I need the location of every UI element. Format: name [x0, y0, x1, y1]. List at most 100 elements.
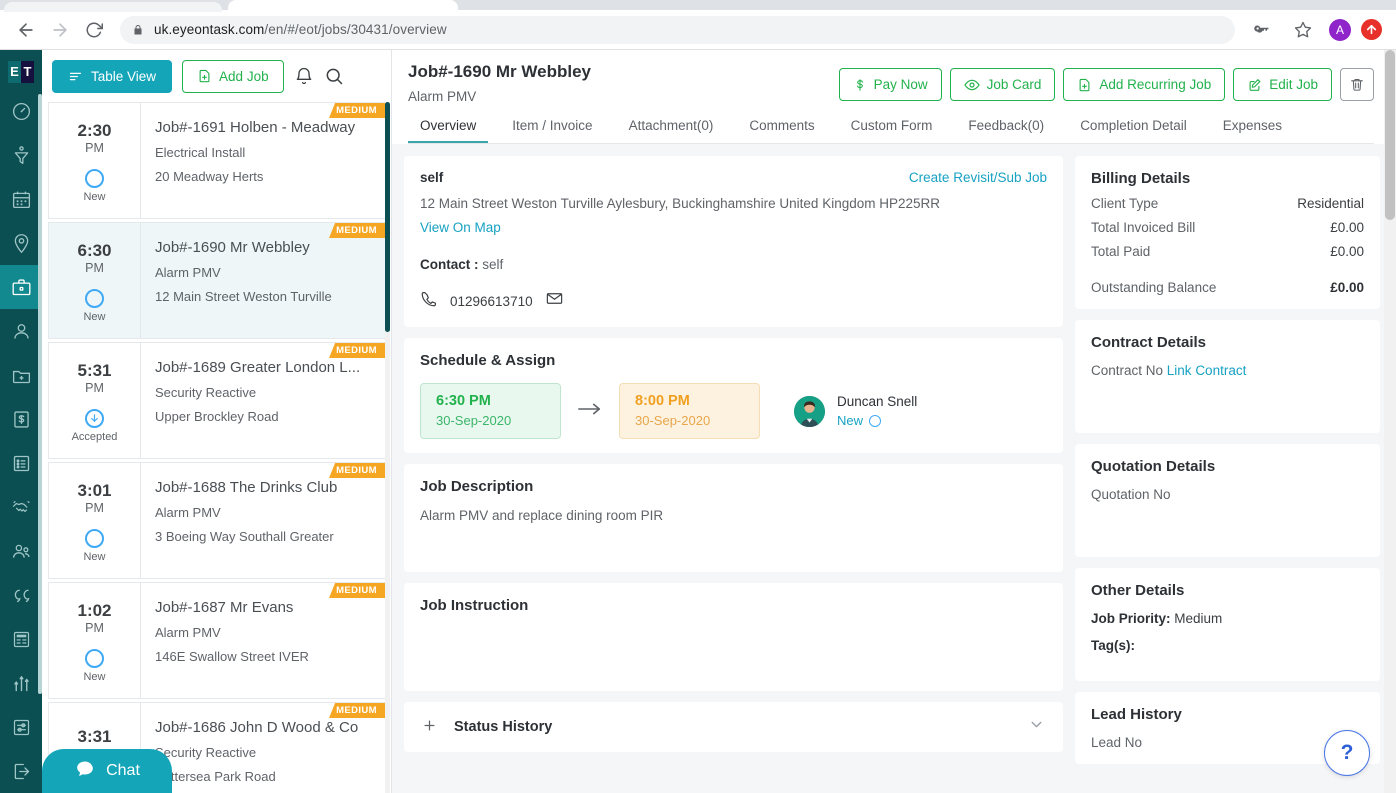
sidebar-item-dashboard[interactable] [0, 89, 42, 133]
job-status-label: New [83, 671, 105, 683]
map-pin-icon [11, 233, 32, 254]
job-title: Job#-1691 Holben - Meadway [155, 119, 374, 136]
tab-completion-detail[interactable]: Completion Detail [1080, 118, 1187, 143]
job-status-group: Accepted [72, 409, 118, 443]
job-list-item-selected[interactable]: MEDIUM 6:30 PM New Job#-1690 Mr Webbley … [48, 222, 387, 339]
dollar-icon [853, 77, 867, 93]
star-icon[interactable] [1287, 14, 1319, 46]
sidebar-item-calendar[interactable] [0, 177, 42, 221]
bell-icon[interactable] [294, 66, 314, 86]
job-list-item[interactable]: MEDIUM 2:30 PM New Job#-1691 Holben - Me… [48, 102, 387, 219]
job-list-scroll-thumb[interactable] [385, 102, 390, 332]
tab-feedback[interactable]: Feedback(0) [968, 118, 1044, 143]
job-priority-row: Job Priority: Medium [1091, 611, 1364, 626]
billing-key: Client Type [1091, 196, 1158, 211]
file-plus-icon [1077, 77, 1092, 93]
browser-tab-active[interactable] [228, 0, 458, 10]
schedule-start-time: 6:30 PM [436, 393, 544, 409]
circle-icon [85, 289, 104, 308]
sidebar-item-logout[interactable] [0, 749, 42, 793]
job-type: Security Reactive [155, 745, 374, 760]
page-scroll-thumb[interactable] [1385, 50, 1395, 220]
tab-comments[interactable]: Comments [749, 118, 814, 143]
browser-tab-inactive[interactable] [4, 2, 222, 12]
view-on-map-link[interactable]: View On Map [420, 220, 501, 235]
sidebar-item-settings[interactable] [0, 705, 42, 749]
schedule-title: Schedule & Assign [420, 352, 1047, 369]
tab-item-invoice[interactable]: Item / Invoice [512, 118, 592, 143]
job-time: 3:31 [77, 728, 111, 746]
tab-overview[interactable]: Overview [420, 118, 476, 143]
app-logo[interactable]: E T [0, 54, 42, 89]
job-tabs: Overview Item / Invoice Attachment(0) Co… [408, 118, 1374, 144]
page-scrollbar[interactable] [1384, 50, 1396, 793]
job-list-item[interactable]: MEDIUM 3:01 PM New Job#-1688 The Drinks … [48, 462, 387, 579]
sidebar-item-forms[interactable] [0, 617, 42, 661]
link-contract-link[interactable]: Link Contract [1167, 363, 1247, 378]
priority-badge: MEDIUM [329, 343, 386, 358]
help-label: ? [1341, 741, 1354, 765]
update-arrow-icon[interactable] [1361, 19, 1382, 40]
reload-icon[interactable] [78, 14, 110, 46]
job-list-item[interactable]: MEDIUM 5:31 PM Accepted Job#-1689 Greate… [48, 342, 387, 459]
job-list[interactable]: MEDIUM 2:30 PM New Job#-1691 Holben - Me… [42, 102, 391, 793]
sidebar-item-invoices[interactable] [0, 397, 42, 441]
tab-expenses[interactable]: Expenses [1223, 118, 1282, 143]
file-plus-icon [197, 68, 212, 84]
edit-job-button[interactable]: Edit Job [1233, 68, 1332, 101]
schedule-start-date: 30-Sep-2020 [436, 413, 544, 428]
profile-avatar[interactable]: A [1329, 19, 1351, 41]
page-subtitle: Alarm PMV [408, 89, 591, 104]
job-list-toolbar: Table View Add Job [42, 50, 391, 102]
phone-number: 01296613710 [450, 294, 533, 309]
create-revisit-link[interactable]: Create Revisit/Sub Job [909, 170, 1047, 185]
add-recurring-job-button[interactable]: Add Recurring Job [1063, 68, 1225, 101]
tab-attachment[interactable]: Attachment(0) [629, 118, 714, 143]
sidebar-item-feedback[interactable] [0, 573, 42, 617]
sidebar-item-projects[interactable] [0, 353, 42, 397]
billing-row: Total Invoiced Bill £0.00 [1091, 220, 1364, 235]
forward-arrow-icon[interactable] [44, 14, 76, 46]
sidebar-item-leads[interactable] [0, 133, 42, 177]
chevron-down-icon[interactable] [1028, 716, 1045, 738]
form-icon [11, 629, 32, 650]
address-bar[interactable]: uk.eyeontask.com/en/#/eot/jobs/30431/ove… [120, 16, 1235, 44]
tab-custom-form[interactable]: Custom Form [851, 118, 933, 143]
schedule-start-chip[interactable]: 6:30 PM 30-Sep-2020 [420, 383, 561, 439]
sidebar-item-tasks[interactable] [0, 441, 42, 485]
sidebar-item-jobs[interactable] [0, 265, 42, 309]
job-list-item[interactable]: MEDIUM 1:02 PM New Job#-1687 Mr Evans Al… [48, 582, 387, 699]
job-time: 5:31 [77, 362, 111, 380]
table-view-button[interactable]: Table View [52, 60, 172, 93]
sidebar-item-map[interactable] [0, 221, 42, 265]
job-time-column: 1:02 PM New [49, 583, 141, 698]
contact-row: Contact : self [420, 257, 1047, 272]
billing-value: £0.00 [1330, 220, 1364, 235]
sidebar-item-reports[interactable] [0, 661, 42, 705]
schedule-end-chip[interactable]: 8:00 PM 30-Sep-2020 [619, 383, 760, 439]
left-navigation-rail: E T [0, 50, 42, 793]
status-history-accordion[interactable]: Status History [404, 702, 1063, 752]
phone-icon[interactable] [420, 290, 438, 313]
pay-now-button[interactable]: Pay Now [839, 68, 942, 101]
sidebar-item-team[interactable] [0, 529, 42, 573]
help-button[interactable]: ? [1324, 730, 1370, 776]
back-arrow-icon[interactable] [10, 14, 42, 46]
job-priority-value: Medium [1174, 611, 1222, 626]
key-icon[interactable] [1245, 14, 1277, 46]
search-icon[interactable] [324, 66, 344, 86]
chat-widget[interactable]: Chat [42, 749, 172, 793]
delete-job-button[interactable] [1340, 68, 1374, 101]
sidebar-item-contracts[interactable] [0, 485, 42, 529]
billing-row: Total Paid £0.00 [1091, 244, 1364, 259]
assignee[interactable]: Duncan Snell New [794, 394, 917, 428]
add-job-button[interactable]: Add Job [182, 60, 284, 93]
sidebar-item-customers[interactable] [0, 309, 42, 353]
job-list-scrollbar[interactable] [385, 102, 390, 793]
quotation-no-label: Quotation No [1091, 487, 1364, 502]
envelope-icon[interactable] [545, 289, 564, 313]
job-card-button[interactable]: Job Card [950, 68, 1056, 101]
browser-tab-strip [0, 0, 1396, 10]
overview-right-column: Billing Details Client Type Residential … [1075, 156, 1380, 793]
job-info: Job#-1687 Mr Evans Alarm PMV 146E Swallo… [141, 583, 386, 698]
